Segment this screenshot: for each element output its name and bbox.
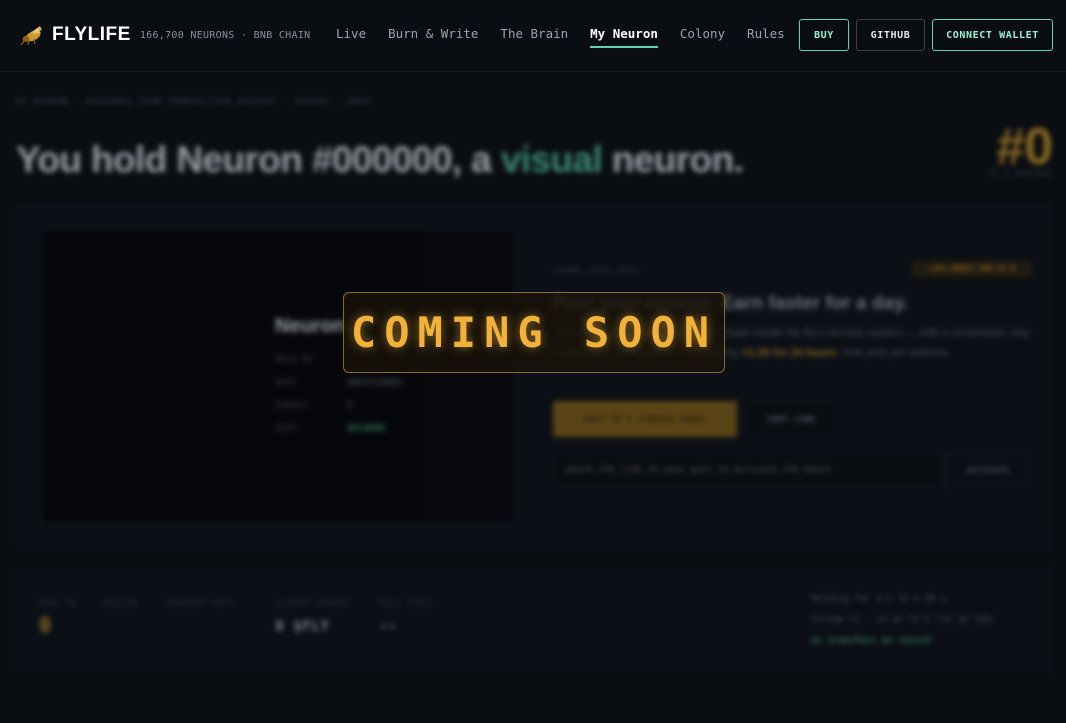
title-accent: visual <box>500 139 603 180</box>
nav-item-the-brain[interactable]: The Brain <box>500 26 568 48</box>
rank-subtitle: OF 0 INSPIRED <box>989 169 1052 178</box>
stat-value: 0 $FLY <box>275 617 330 635</box>
brand-tagline: 166,700 NEURONS · BNB CHAIN <box>139 29 311 41</box>
neuron-card: Neuron HELD BY ROOC UNASSIGNED SURGES 5 … <box>16 204 1052 549</box>
top-nav-bar: FLYLIFE 166,700 NEURONS · BNB CHAIN Live… <box>0 0 1066 72</box>
breadcrumb: MY NEURON · ASSIGNED FROM TRANSACTION HI… <box>16 97 371 106</box>
neuron-prop-label: ROOC <box>275 378 297 388</box>
share-eyebrow: SHARE YOUR POST <box>553 266 641 275</box>
stat-label: HELD SINCE <box>379 599 433 608</box>
neuron-prop-row: SURGES 5 <box>275 401 352 411</box>
stats-panel: RANK IN 0 REGION INHERENT RATE ACCRUED E… <box>16 568 1052 672</box>
nav-item-my-neuron[interactable]: My Neuron <box>590 26 658 48</box>
stat-label: ACCRUED EARNED <box>275 599 350 608</box>
nav-item-live[interactable]: Live <box>336 26 366 48</box>
neuron-name: Neuron <box>275 315 345 337</box>
neuron-prop-value: SECURED <box>347 424 385 434</box>
coming-soon-overlay: COMING SOON <box>343 292 725 373</box>
fly-icon <box>20 26 42 46</box>
coming-soon-text: COMING SOON <box>350 308 718 357</box>
neuron-visualization <box>41 229 516 524</box>
stat-label: RANK IN <box>39 599 77 608</box>
page-title: You hold Neuron #000000, a visual neuron… <box>16 139 744 181</box>
blurred-page-content: MY NEURON · ASSIGNED FROM TRANSACTION HI… <box>0 73 1066 723</box>
title-prefix: You hold Neuron #000000, a <box>16 139 501 180</box>
neuron-prop-label: SURGES <box>275 401 308 411</box>
main-nav: Live Burn & Write The Brain My Neuron Co… <box>336 26 807 48</box>
neuron-visualization-canvas <box>42 230 422 520</box>
holding-transfers: no transfers on record <box>811 636 931 646</box>
stat-value: 0 <box>39 613 52 637</box>
post-link-input[interactable] <box>553 453 945 487</box>
neuron-prop-row: HELD BY <box>275 355 313 365</box>
stat-value: -- <box>379 617 398 635</box>
post-to-x-button[interactable]: POST TO X (COMING SOON) <box>553 401 737 437</box>
share-body-highlight: ×1.25 for 24 hours <box>741 347 837 359</box>
rank-number: #0 <box>996 118 1053 176</box>
copy-link-button[interactable]: COPY LINK <box>745 401 837 437</box>
neuron-prop-label: HELD BY <box>275 355 313 365</box>
nav-item-burn-write[interactable]: Burn & Write <box>388 26 478 48</box>
neuron-prop-value: 5 <box>347 401 353 411</box>
buy-button[interactable]: BUY <box>799 19 849 51</box>
stat-label: INHERENT RATE <box>165 599 235 608</box>
neuron-prop-value: UNASSIGNED <box>347 378 402 388</box>
neuron-prop-row: ROOC UNASSIGNED <box>275 378 401 388</box>
connect-wallet-button[interactable]: CONNECT WALLET <box>932 19 1053 51</box>
activate-button[interactable]: ACTIVATE <box>945 453 1031 487</box>
holding-stream: stream ×1 · ×2 at 72 h (in 3d 19h) <box>811 615 996 625</box>
title-suffix: neuron. <box>602 139 744 180</box>
share-body-suffix: . One post per address. <box>836 347 952 359</box>
brand-name: FLYLIFE <box>52 24 131 45</box>
brand-logo[interactable]: FLYLIFE 166,700 NEURONS · BNB CHAIN <box>20 24 310 46</box>
neuron-prop-row: SENT SECURED <box>275 424 385 434</box>
neuron-prop-label: SENT <box>275 424 297 434</box>
holding-duration: Holding for 4 h 32 m 45 s <box>811 594 947 604</box>
nav-item-rules[interactable]: Rules <box>747 26 785 48</box>
github-button[interactable]: GITHUB <box>856 19 925 51</box>
boost-badge: +25% BOOST FOR 24 H <box>912 261 1032 277</box>
stat-label: REGION <box>105 599 137 608</box>
nav-item-colony[interactable]: Colony <box>680 26 725 48</box>
